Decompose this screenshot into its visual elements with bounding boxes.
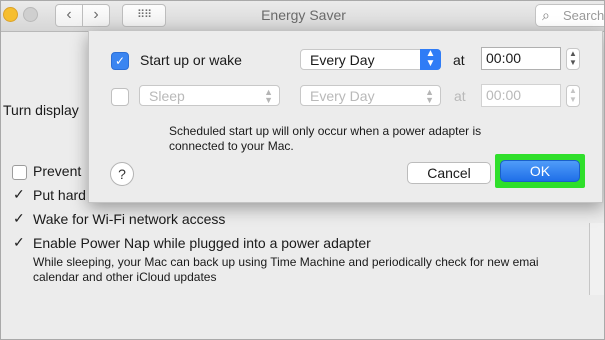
updown-arrows-icon: ▲ ▼ <box>264 87 273 105</box>
search-icon: ⌕ <box>542 7 550 23</box>
sleep-action-value: Sleep <box>149 88 185 104</box>
prevent-label: Prevent <box>33 163 82 179</box>
sleep-time-value: 00:00 <box>486 87 522 103</box>
schedule-note-line1: Scheduled start up will only occur when … <box>169 124 482 138</box>
power-nap-checkbox[interactable]: ✓ <box>13 234 25 251</box>
wake-wifi-label: Wake for Wi-Fi network access <box>33 211 226 227</box>
start-up-checkbox[interactable]: ✓ <box>111 52 129 70</box>
put-hard-label: Put hard <box>33 187 86 203</box>
question-mark-icon: ? <box>118 166 126 182</box>
sleep-frequency-value: Every Day <box>310 88 375 104</box>
search-input[interactable]: ⌕ Search <box>535 4 605 27</box>
start-up-time-stepper[interactable]: ▲ ▼ <box>566 48 580 70</box>
schedule-note-line2: connected to your Mac. <box>169 139 294 153</box>
scroll-area-edge <box>589 223 604 295</box>
system-preferences-window: ‹ › ⠿⠿ Energy Saver ⌕ Search Turn displa… <box>0 0 605 340</box>
put-hard-checkbox[interactable]: ✓ <box>13 186 25 203</box>
sleep-at-label: at <box>454 88 466 104</box>
sleep-frequency-popup[interactable]: Every Day ▲ ▼ <box>300 85 441 106</box>
wake-wifi-checkbox[interactable]: ✓ <box>13 210 25 227</box>
power-nap-description-line1: While sleeping, your Mac can back up usi… <box>33 255 539 269</box>
updown-arrows-icon: ▲ ▼ <box>420 49 441 70</box>
power-nap-description-line2: calendar and other iCloud updates <box>33 270 217 284</box>
start-up-at-label: at <box>453 52 465 68</box>
power-nap-label: Enable Power Nap while plugged into a po… <box>33 235 371 251</box>
start-up-time-field[interactable]: 00:00 <box>481 47 561 70</box>
start-up-frequency-value: Every Day <box>310 52 375 68</box>
updown-arrows-icon: ▲ ▼ <box>425 87 434 105</box>
schedule-sheet: ✓ Start up or wake Every Day ▲ ▼ at 00:00… <box>88 31 603 203</box>
sleep-action-popup[interactable]: Sleep ▲ ▼ <box>139 85 280 106</box>
title-bar: ‹ › ⠿⠿ Energy Saver ⌕ Search <box>1 1 605 32</box>
schedule-note: Scheduled start up will only occur when … <box>169 124 481 154</box>
search-placeholder: Search <box>563 8 605 23</box>
start-up-label: Start up or wake <box>140 52 242 68</box>
prevent-checkbox[interactable] <box>12 165 27 180</box>
turn-display-label: Turn display <box>3 102 79 118</box>
start-up-time-value: 00:00 <box>486 50 522 66</box>
sleep-checkbox[interactable] <box>111 88 129 106</box>
start-up-frequency-popup[interactable]: Every Day ▲ ▼ <box>300 49 441 70</box>
sleep-time-stepper[interactable]: ▲ ▼ <box>566 85 580 107</box>
window-title: Energy Saver <box>261 7 346 23</box>
sleep-time-field[interactable]: 00:00 <box>481 84 561 107</box>
ok-button[interactable]: OK <box>500 160 580 182</box>
help-button[interactable]: ? <box>110 162 134 186</box>
cancel-button[interactable]: Cancel <box>407 162 491 184</box>
